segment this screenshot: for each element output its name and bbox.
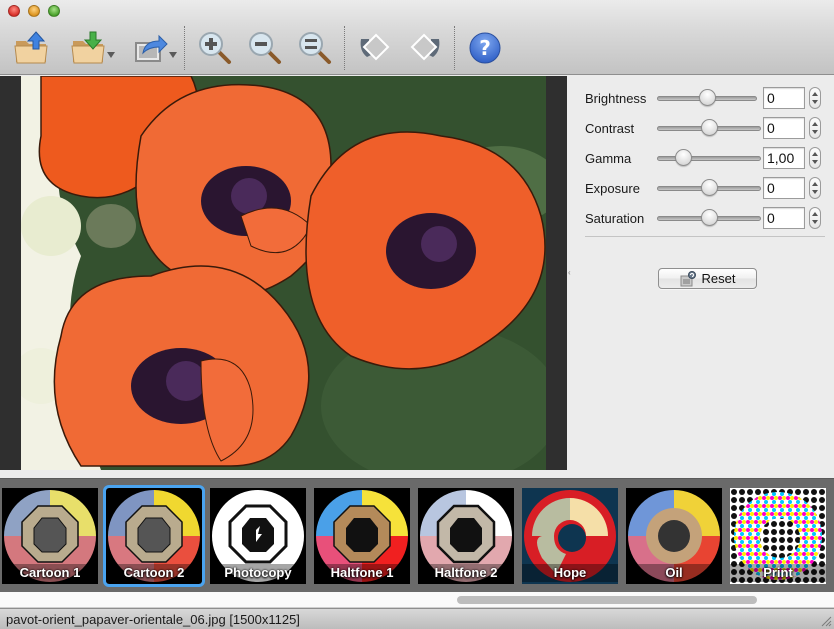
filter-cartoon-1[interactable]: Cartoon 1 — [2, 488, 98, 584]
stepper-down-icon[interactable] — [812, 220, 818, 224]
filter-print[interactable]: Print — [730, 488, 826, 584]
app-window: ? ‹ Brightness 0 Contrast 0 Gamma 1,00 E… — [0, 0, 834, 629]
filter-label: Haltfone 2 — [418, 564, 514, 582]
filter-gallery-scrollbar[interactable] — [0, 592, 834, 608]
toolbar-separator — [454, 26, 455, 70]
rotate-right-button[interactable] — [405, 28, 445, 68]
stepper-down-icon[interactable] — [812, 100, 818, 104]
resize-grip-icon[interactable] — [820, 615, 832, 627]
gamma-input[interactable] — [763, 147, 805, 169]
rotate-right-icon — [410, 33, 440, 61]
stepper-up-icon[interactable] — [812, 182, 818, 186]
window-controls — [8, 5, 60, 17]
filter-cartoon-2[interactable]: Cartoon 2 — [103, 485, 205, 587]
adjustment-label: Brightness — [585, 91, 647, 106]
adjustment-label: Exposure — [585, 181, 640, 196]
svg-text:?: ? — [479, 36, 491, 60]
rotate-left-icon — [360, 33, 390, 61]
reset-label: Reset — [701, 271, 736, 286]
saturation-input[interactable] — [763, 207, 805, 229]
stepper-up-icon[interactable] — [812, 212, 818, 216]
reset-icon — [680, 270, 696, 286]
edited-photo-poppies[interactable] — [21, 76, 546, 470]
filter-label: Oil — [626, 564, 722, 582]
exposure-slider-knob[interactable] — [701, 179, 718, 196]
filter-haltfone-1[interactable]: Haltfone 1 — [314, 488, 410, 584]
status-bar: pavot-orient_papaver-orientale_06.jpg [1… — [0, 608, 834, 629]
gamma-slider[interactable] — [657, 156, 761, 161]
rotate-left-button[interactable] — [355, 28, 395, 68]
zoom-in-icon — [199, 32, 231, 64]
share-export-icon — [135, 34, 168, 62]
adjustment-contrast: Contrast — [585, 116, 825, 142]
adjustment-label: Gamma — [585, 151, 632, 166]
filter-label: Hope — [522, 564, 618, 582]
help-icon: ? — [469, 32, 501, 64]
adjustment-exposure: Exposure — [585, 176, 825, 202]
scrollbar-thumb[interactable] — [457, 596, 757, 604]
zoom-out-icon — [249, 32, 281, 64]
share-dropdown-arrow[interactable] — [169, 52, 177, 58]
adjustment-saturation: Saturation — [585, 206, 825, 232]
contrast-slider-knob[interactable] — [701, 119, 718, 136]
filter-gallery: Cartoon 1 Cartoon 2 Photocopy Haltfone 1… — [0, 478, 834, 592]
gamma-stepper[interactable] — [809, 147, 821, 169]
stepper-down-icon[interactable] — [812, 190, 818, 194]
adjustment-label: Saturation — [585, 211, 645, 226]
save-dropdown-arrow[interactable] — [107, 52, 115, 58]
open-button[interactable] — [11, 28, 51, 68]
adjustment-gamma: Gamma — [585, 146, 825, 172]
filter-label: Print — [730, 564, 826, 582]
save-button[interactable] — [68, 28, 108, 68]
folder-upload-icon — [14, 31, 48, 64]
splitter-grip-icon[interactable]: ‹ — [568, 268, 571, 277]
filter-hope[interactable]: Hope — [522, 488, 618, 584]
share-button[interactable] — [130, 28, 170, 68]
filter-label: Cartoon 2 — [106, 564, 202, 582]
gamma-slider-knob[interactable] — [675, 149, 692, 166]
folder-download-icon — [71, 31, 105, 64]
brightness-input[interactable] — [763, 87, 805, 109]
stepper-up-icon[interactable] — [812, 92, 818, 96]
zoom-actual-size-button[interactable] — [295, 28, 335, 68]
contrast-stepper[interactable] — [809, 117, 821, 139]
toolbar-separator — [184, 26, 185, 70]
adjustments-panel: Brightness Contrast Gamma Exposure — [573, 76, 834, 470]
brightness-stepper[interactable] — [809, 87, 821, 109]
zoom-in-button[interactable] — [195, 28, 235, 68]
stepper-down-icon[interactable] — [812, 160, 818, 164]
file-info-text: pavot-orient_papaver-orientale_06.jpg [1… — [6, 612, 300, 627]
brightness-slider-knob[interactable] — [699, 89, 716, 106]
filter-label: Photocopy — [210, 564, 306, 582]
stepper-down-icon[interactable] — [812, 130, 818, 134]
reset-button[interactable]: Reset — [658, 268, 757, 289]
image-viewer[interactable] — [0, 76, 567, 470]
minimize-window-button[interactable] — [28, 5, 40, 17]
zoom-window-button[interactable] — [48, 5, 60, 17]
panel-divider — [585, 236, 825, 237]
filter-oil[interactable]: Oil — [626, 488, 722, 584]
exposure-input[interactable] — [763, 177, 805, 199]
adjustment-label: Contrast — [585, 121, 635, 136]
filter-label: Haltfone 1 — [314, 564, 410, 582]
filter-haltfone-2[interactable]: Haltfone 2 — [418, 488, 514, 584]
zoom-actual-size-icon — [299, 32, 331, 64]
toolbar: ? — [0, 0, 834, 75]
exposure-stepper[interactable] — [809, 177, 821, 199]
zoom-out-button[interactable] — [245, 28, 285, 68]
stepper-up-icon[interactable] — [812, 152, 818, 156]
adjustment-brightness: Brightness — [585, 86, 825, 112]
filter-label: Cartoon 1 — [2, 564, 98, 582]
close-window-button[interactable] — [8, 5, 20, 17]
contrast-input[interactable] — [763, 117, 805, 139]
saturation-stepper[interactable] — [809, 207, 821, 229]
help-button[interactable]: ? — [465, 28, 505, 68]
stepper-up-icon[interactable] — [812, 122, 818, 126]
filter-photocopy[interactable]: Photocopy — [210, 488, 306, 584]
saturation-slider-knob[interactable] — [701, 209, 718, 226]
toolbar-separator — [344, 26, 345, 70]
